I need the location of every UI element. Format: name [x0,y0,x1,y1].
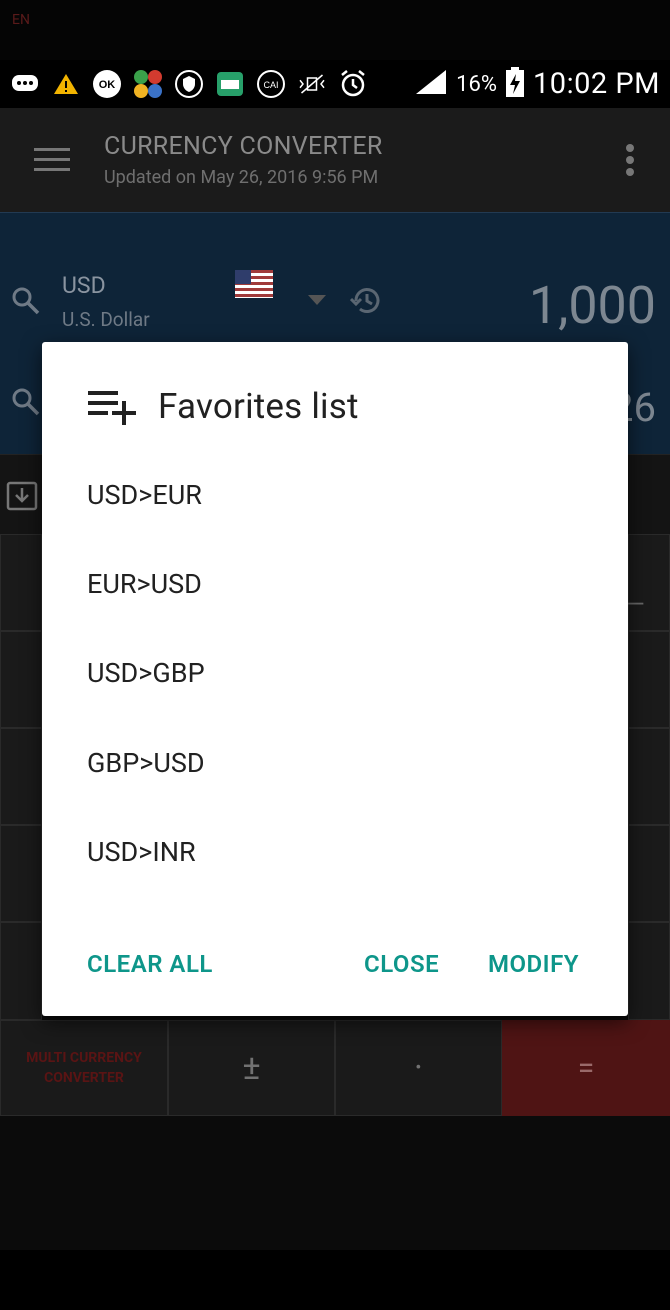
us-flag-icon [235,270,273,298]
cai-icon: CAI [256,69,286,99]
battery-percent: 16% [456,71,497,97]
signal-icon [414,68,448,100]
favorite-item[interactable]: GBP>USD [42,718,628,807]
keypad-key[interactable] [0,534,42,631]
keypad-key[interactable] [0,631,42,728]
chat-icon [10,69,40,99]
alarm-icon [338,69,368,99]
app-subtitle: Updated on May 26, 2016 9:56 PM [104,167,379,188]
favorites-dialog: Favorites list USD>EUR EUR>USD USD>GBP G… [42,342,628,1016]
hamburger-icon [34,148,70,171]
currency-app-icon [133,69,163,99]
status-bar: OK CAI 16% 10:02 PM [0,60,670,108]
shield-icon [174,69,204,99]
playlist-add-icon [88,390,136,425]
language-label[interactable]: EN [12,12,30,28]
warning-icon [51,69,81,99]
minus-key-label: — [626,590,645,618]
keypad-bottom-row: MULTI CURRENCY CONVERTER ± · = [0,1020,670,1116]
app-bar: CURRENCY CONVERTER Updated on May 26, 20… [0,108,670,212]
history-icon[interactable] [349,285,384,321]
from-currency-code[interactable]: USD [62,272,106,299]
favorite-item[interactable]: USD>EUR [42,450,628,539]
favorite-item[interactable]: USD>INR [42,808,628,897]
vibrate-icon [297,69,327,99]
keypad-key[interactable] [0,728,42,825]
favorite-item[interactable]: EUR>USD [42,539,628,628]
keyboard-icon [215,69,245,99]
dialog-actions: CLEAR ALL CLOSE MODIFY [42,912,628,1016]
overflow-menu-button[interactable] [590,108,670,212]
clock: 10:02 PM [532,67,660,101]
top-gap [0,0,670,60]
menu-button[interactable] [0,108,104,212]
empty-area [0,1116,670,1250]
battery-charging-icon [505,66,525,102]
clear-all-button[interactable]: CLEAR ALL [87,932,213,996]
more-vert-icon [626,144,634,176]
from-amount[interactable]: 1,000 [529,275,656,336]
keypad-key[interactable] [0,922,42,1020]
keypad-key[interactable] [628,728,670,825]
svg-text:OK: OK [99,79,116,91]
search-icon[interactable] [10,386,42,422]
favorite-item[interactable]: USD>GBP [42,629,628,718]
search-icon[interactable] [10,285,42,321]
decimal-key[interactable]: · [335,1020,502,1116]
modify-button[interactable]: MODIFY [488,932,579,996]
keypad-key[interactable] [628,631,670,728]
keypad-key[interactable] [628,922,670,1020]
dialog-header: Favorites list [88,386,359,427]
currency-dropdown-icon[interactable] [308,295,326,305]
navigation-bar [0,1250,670,1310]
close-button[interactable]: CLOSE [364,932,439,996]
plus-minus-key[interactable]: ± [168,1020,335,1116]
svg-text:CAI: CAI [263,80,278,90]
app-title: CURRENCY CONVERTER [104,132,383,161]
equals-key[interactable]: = [502,1020,670,1116]
download-icon[interactable] [6,481,38,515]
keypad-key[interactable] [0,825,42,922]
multi-currency-converter-button[interactable]: MULTI CURRENCY CONVERTER [0,1020,168,1116]
favorites-list: USD>EUR EUR>USD USD>GBP GBP>USD USD>INR [42,450,628,897]
ok-cashback-icon: OK [92,69,122,99]
from-currency-name: U.S. Dollar [62,308,150,331]
dialog-title: Favorites list [158,386,359,427]
keypad-key[interactable] [628,825,670,922]
